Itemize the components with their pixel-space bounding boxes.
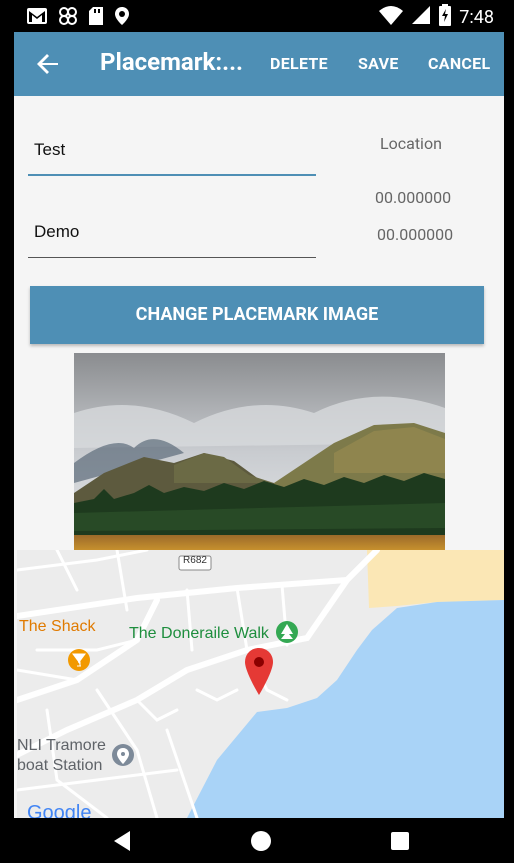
- road-badge: R682: [183, 555, 207, 566]
- status-time: 7:48: [459, 6, 494, 28]
- change-image-button[interactable]: CHANGE PLACEMARK IMAGE: [30, 286, 484, 344]
- place-label-doneraile-walk[interactable]: The Doneraile Walk: [129, 625, 269, 643]
- title-underline: [28, 174, 316, 176]
- sd-card-icon: [88, 6, 104, 30]
- page-title: Placemark:...: [100, 48, 244, 76]
- app-notification-icon: [58, 6, 78, 30]
- place-label-rnli-line2[interactable]: boat Station: [17, 757, 102, 775]
- toolbar: Placemark:... DELETE SAVE CANCEL: [14, 32, 504, 96]
- placemark-image: [74, 353, 445, 551]
- back-arrow-icon[interactable]: [34, 50, 62, 78]
- place-label-rnli-line1[interactable]: NLI Tramore: [17, 737, 106, 755]
- title-field: [28, 140, 316, 176]
- home-nav-icon[interactable]: [250, 830, 272, 856]
- cell-signal-icon: [411, 5, 431, 29]
- location-label: Location: [380, 134, 442, 153]
- recents-nav-icon[interactable]: [390, 831, 410, 855]
- status-bar: 7:48: [0, 0, 514, 32]
- map-view[interactable]: R682 The Shack The Doneraile Walk NLI Tr…: [17, 550, 504, 818]
- cancel-button[interactable]: CANCEL: [428, 54, 490, 73]
- place-label-the-shack[interactable]: The Shack: [19, 618, 95, 636]
- wifi-icon: [379, 5, 404, 29]
- navigation-bar: [0, 818, 514, 863]
- google-logo: Google: [27, 802, 92, 818]
- save-button[interactable]: SAVE: [358, 54, 399, 73]
- location-status-icon: [114, 6, 130, 30]
- description-field: [28, 222, 316, 258]
- app-screen: Placemark:... DELETE SAVE CANCEL Locatio…: [14, 32, 504, 818]
- longitude-value: 00.000000: [377, 225, 454, 244]
- battery-icon: [439, 4, 452, 30]
- title-input[interactable]: [28, 140, 316, 160]
- gmail-notification-icon: [26, 7, 48, 29]
- delete-button[interactable]: DELETE: [270, 54, 328, 73]
- back-nav-icon[interactable]: [112, 830, 132, 856]
- latitude-value: 00.000000: [375, 188, 452, 207]
- description-input[interactable]: [28, 222, 316, 242]
- description-underline: [28, 257, 316, 258]
